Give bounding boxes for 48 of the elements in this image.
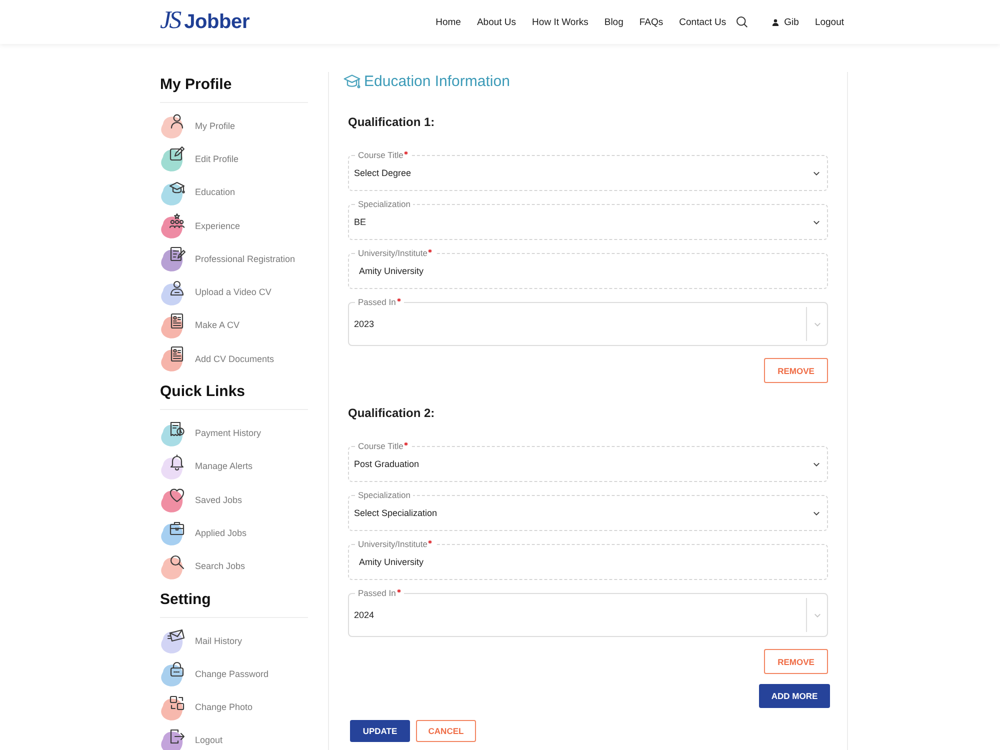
sidebar-link[interactable]: Make A CV (160, 308, 308, 342)
qualification-heading: Qualification 1: (348, 114, 436, 131)
sidebar-link[interactable]: Edit Profile (160, 142, 308, 176)
nav-link[interactable]: Home (436, 16, 461, 28)
add-more-button[interactable]: ADD MORE (759, 684, 830, 708)
section-heading: My Profile (160, 75, 233, 95)
sidebar-link[interactable]: Manage Alerts (160, 450, 308, 483)
search-icon[interactable] (736, 16, 748, 28)
account-link[interactable]: Gib (772, 16, 799, 28)
chevron-icon (813, 170, 820, 176)
sidebar-link[interactable]: Experience (160, 208, 308, 242)
chevron-icon (814, 612, 820, 618)
nav-link[interactable]: FAQs (639, 16, 664, 28)
section-heading: Quick Links (160, 382, 246, 402)
logout-link[interactable]: Logout (814, 16, 844, 28)
sidebar-link[interactable]: Upload a Video CV (160, 275, 308, 309)
graduation-cap-icon (343, 73, 361, 91)
chevron-icon (813, 462, 820, 466)
field-label: Specialization (358, 489, 410, 501)
qualification-heading: Qualification 2: (348, 405, 436, 422)
nav-link[interactable]: About Us (476, 16, 516, 28)
sidebar-link[interactable]: Change Photo (160, 690, 308, 724)
person-icon (772, 18, 780, 26)
sidebar-link[interactable]: Payment History (160, 416, 308, 450)
sidebar-link[interactable]: Logout (160, 724, 308, 750)
cancel-button[interactable]: CANCEL (416, 720, 476, 742)
nav-link[interactable]: How It Works (532, 16, 588, 28)
logo[interactable]: JS Jobber (160, 8, 250, 36)
chevron-icon (813, 510, 820, 516)
chevron-icon (813, 220, 820, 224)
sidebar-link[interactable]: Applied Jobs (160, 516, 308, 550)
nav-link[interactable]: Contact Us (679, 16, 726, 28)
section-heading: Setting (160, 590, 212, 610)
remove-button[interactable]: REMOVE (764, 358, 828, 383)
sidebar-link[interactable]: Education (160, 176, 308, 209)
sidebar-link[interactable]: Saved Jobs (160, 482, 308, 516)
sidebar-link[interactable]: My Profile (160, 109, 308, 142)
field-label: Specialization (358, 198, 410, 210)
sidebar-link[interactable]: Add CV Documents (160, 342, 308, 376)
chevron-icon (814, 322, 820, 326)
sidebar-link[interactable]: Change Password (160, 657, 308, 690)
nav-link[interactable]: Blog (604, 16, 624, 28)
sidebar-link[interactable]: Professional Registration (160, 242, 308, 276)
remove-button[interactable]: REMOVE (764, 649, 828, 674)
section-title: Education Information (364, 72, 510, 92)
update-button[interactable]: UPDATE (350, 720, 410, 742)
sidebar-link[interactable]: Mail History (160, 624, 308, 658)
sidebar-link[interactable]: Search Jobs (160, 550, 308, 583)
